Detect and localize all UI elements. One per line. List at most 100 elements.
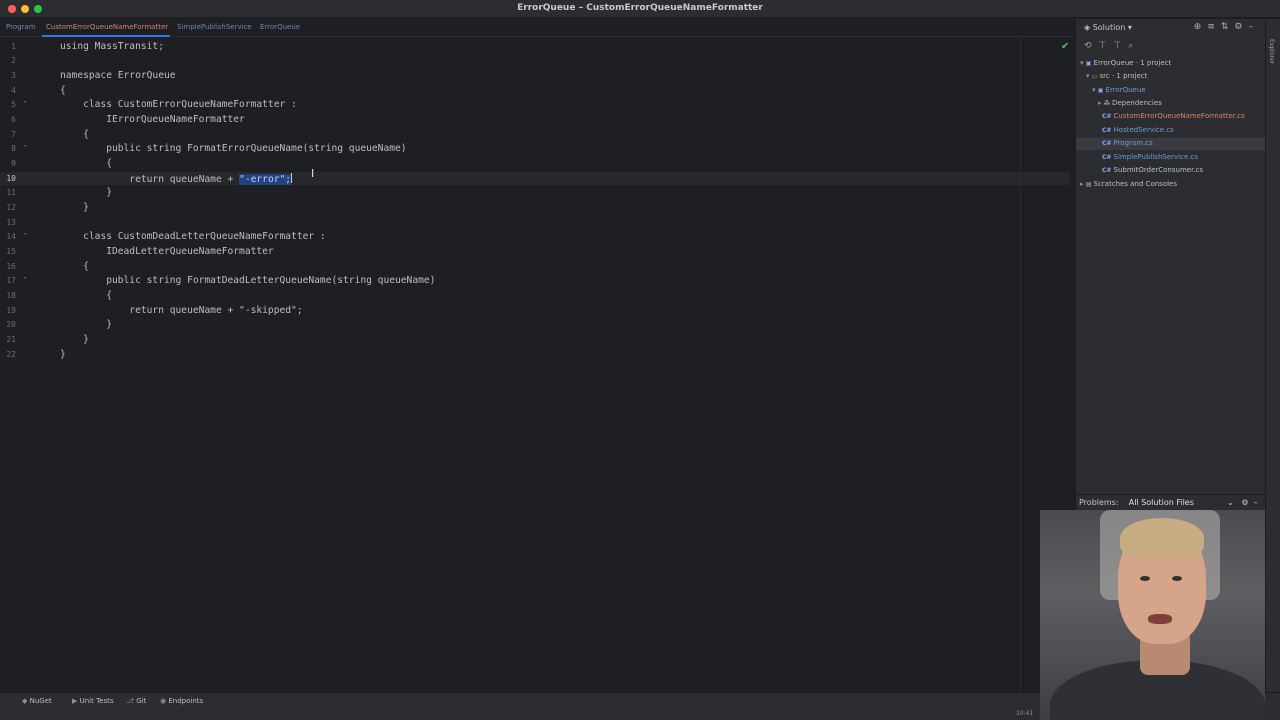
minimize-icon[interactable]: – xyxy=(1254,498,1258,507)
code-line: { xyxy=(60,261,89,272)
expand-icon[interactable]: ⇅ xyxy=(1221,22,1235,32)
tree-item-file[interactable]: C# CustomErrorQueueNameFormatter.cs xyxy=(1102,112,1245,120)
webcam-overlay xyxy=(1040,510,1265,720)
tab-error-queue[interactable]: ErrorQueue xyxy=(260,23,300,31)
implements-gutter-icon[interactable]: ⌃ xyxy=(22,232,28,240)
tree-item-scratches[interactable]: ▸ ▤ Scratches and Consoles xyxy=(1080,180,1177,188)
nuget-tool-button[interactable]: ◆ NuGet xyxy=(22,697,52,705)
gear-icon[interactable]: ⚙ xyxy=(1234,22,1248,32)
git-branch-icon: ⎇ xyxy=(126,697,137,705)
solution-title: Solution xyxy=(1092,23,1126,32)
line-number: 7 xyxy=(11,130,16,139)
problems-scope-tab[interactable]: All Solution Files xyxy=(1129,498,1194,507)
no-problems-check-icon[interactable]: ✔ xyxy=(1061,41,1069,52)
scratches-icon: ▤ xyxy=(1085,181,1094,188)
code-line: { xyxy=(60,158,112,169)
explorer-strip-label[interactable]: Explorer xyxy=(1268,39,1275,64)
search-icon[interactable]: ⌕ xyxy=(1128,41,1140,51)
code-line: } xyxy=(60,319,112,330)
tree-item-label: src · 1 project xyxy=(1099,72,1148,80)
git-label: Git xyxy=(136,697,147,705)
nuget-label: NuGet xyxy=(29,697,52,705)
tab-program[interactable]: Program xyxy=(6,23,36,31)
unit-tests-icon: ▶ xyxy=(72,697,80,705)
implements-gutter-icon[interactable]: ⌃ xyxy=(22,276,28,284)
code-line: namespace ErrorQueue xyxy=(60,70,176,81)
line-number: 21 xyxy=(6,335,16,344)
unit-tests-label: Unit Tests xyxy=(79,697,114,705)
tab-custom-error-queue-name-formatter[interactable]: CustomErrorQueueNameFormatter xyxy=(46,23,168,31)
code-line: } xyxy=(60,202,89,213)
title-bar: ErrorQueue – CustomErrorQueueNameFormatt… xyxy=(0,0,1280,18)
implements-gutter-icon[interactable]: ⌃ xyxy=(22,100,28,108)
tab-simple-publish-service[interactable]: SimplePublishService xyxy=(177,23,252,31)
minimize-icon[interactable]: – xyxy=(1249,22,1260,32)
code-line: } xyxy=(60,349,66,360)
endpoints-label: Endpoints xyxy=(168,697,204,705)
window-title: ErrorQueue – CustomErrorQueueNameFormatt… xyxy=(517,3,763,13)
chevron-down-icon[interactable]: ⌄ xyxy=(1227,498,1234,507)
line-number: 9 xyxy=(11,159,16,168)
filter-files-icon[interactable]: ⊤ xyxy=(1113,41,1128,51)
tree-item-label: HostedService.cs xyxy=(1113,126,1174,134)
tree-item-label: SubmitOrderConsumer.cs xyxy=(1113,166,1204,174)
endpoints-tool-button[interactable]: ◉ Endpoints xyxy=(160,697,203,705)
filter-icon[interactable]: ⊤ xyxy=(1099,41,1114,51)
presenter-eye xyxy=(1140,576,1150,581)
presenter-eye xyxy=(1172,576,1182,581)
tree-item-label: SimplePublishService.cs xyxy=(1113,153,1198,161)
tree-item-file[interactable]: C# HostedService.cs xyxy=(1102,126,1174,134)
line-number: 16 xyxy=(6,262,16,271)
tree-item-label: CustomErrorQueueNameFormatter.cs xyxy=(1113,112,1245,120)
nuget-icon: ◆ xyxy=(22,697,30,705)
presenter-hair xyxy=(1120,518,1204,558)
line-number: 4 xyxy=(11,86,16,95)
line-number: 17 xyxy=(6,276,16,285)
right-tool-strip: Explorer xyxy=(1265,19,1280,692)
gear-icon[interactable]: ⚙ xyxy=(1241,498,1248,507)
status-clock: 10:41 xyxy=(1016,710,1034,717)
code-line: class CustomDeadLetterQueueNameFormatter… xyxy=(60,231,326,242)
line-number: 2 xyxy=(11,56,16,65)
git-tool-button[interactable]: ⎇ Git xyxy=(126,697,146,705)
chevron-down-icon[interactable]: ▾ xyxy=(1128,23,1132,32)
unit-tests-tool-button[interactable]: ▶ Unit Tests xyxy=(72,697,114,705)
line-number: 1 xyxy=(11,42,16,51)
line-number: 22 xyxy=(6,350,16,359)
tree-item-src[interactable]: ▾ ▭ src · 1 project xyxy=(1086,72,1147,80)
active-tab-indicator xyxy=(42,35,170,37)
editor-tabs: Program CustomErrorQueueNameFormatter Si… xyxy=(0,19,1075,37)
line-number: 6 xyxy=(11,115,16,124)
line-number: 3 xyxy=(11,71,16,80)
code-line: using MassTransit; xyxy=(60,41,164,52)
tree-item-solution[interactable]: ▾ ▣ ErrorQueue · 1 project xyxy=(1080,59,1171,67)
tree-item-project[interactable]: ▾ ▣ ErrorQueue xyxy=(1092,86,1146,94)
line-number: 8 xyxy=(11,144,16,153)
code-line: { xyxy=(60,129,89,140)
implements-gutter-icon[interactable]: ⌃ xyxy=(22,144,28,152)
selected-text[interactable]: "-error"; xyxy=(239,174,292,185)
solution-icon: ▣ xyxy=(1085,60,1094,67)
line-number: 15 xyxy=(6,247,16,256)
tree-item-label: Scratches and Consoles xyxy=(1093,180,1178,188)
tree-item-file[interactable]: C# SubmitOrderConsumer.cs xyxy=(1102,166,1203,174)
tree-item-file-selected[interactable]: C# Program.cs xyxy=(1102,139,1153,147)
target-icon[interactable]: ⊕ xyxy=(1194,22,1208,32)
sync-icon[interactable]: ⟲ xyxy=(1084,41,1099,51)
text-caret xyxy=(291,173,293,183)
line-number-gutter: 1 2 3 4 5 6 7 8 9 10 11 12 13 14 15 16 1… xyxy=(0,38,50,692)
line-number: 20 xyxy=(6,320,16,329)
presenter-mouth xyxy=(1148,614,1172,624)
csharp-file-icon: C# xyxy=(1102,113,1114,120)
code-line: IErrorQueueNameFormatter xyxy=(60,114,245,125)
right-margin-guide xyxy=(1020,38,1021,692)
code-line: { xyxy=(60,290,112,301)
code-line: { xyxy=(60,85,66,96)
tree-item-dependencies[interactable]: ▸ ⁂ Dependencies xyxy=(1098,99,1162,107)
solution-header[interactable]: ◈ Solution ▾ xyxy=(1084,23,1132,32)
current-code-line: return queueName + "-error"; xyxy=(60,173,293,185)
line-number: 11 xyxy=(6,188,16,197)
collapse-all-icon[interactable]: ≡ xyxy=(1207,22,1221,32)
code-editor[interactable]: ✔ 1 2 3 4 5 6 7 8 9 10 11 12 13 14 15 16… xyxy=(0,38,1075,692)
tree-item-file[interactable]: C# SimplePublishService.cs xyxy=(1102,153,1198,161)
